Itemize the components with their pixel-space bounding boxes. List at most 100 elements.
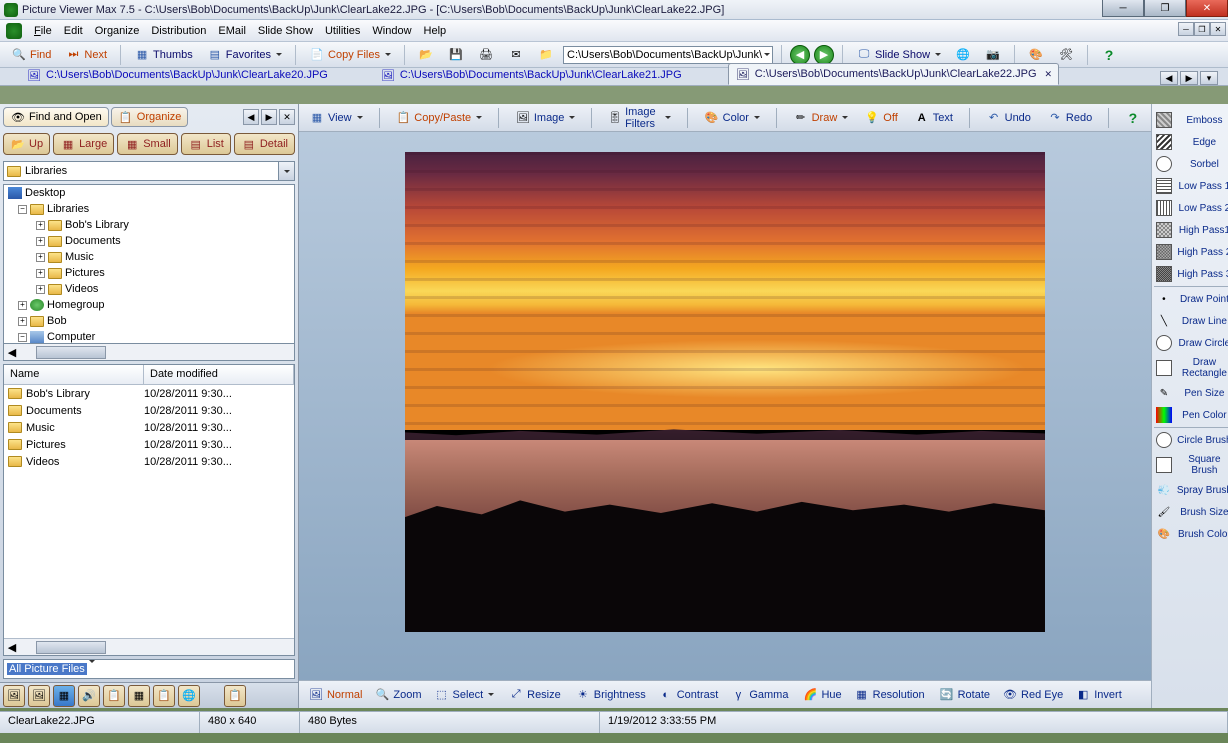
- menu-window[interactable]: Window: [372, 25, 411, 37]
- tool-button-3[interactable]: ▦: [53, 685, 75, 707]
- filters-button[interactable]: 🎚Image Filters: [602, 104, 677, 132]
- small-button[interactable]: ▦Small: [117, 133, 178, 155]
- rotate-button[interactable]: 🔄Rotate: [934, 685, 995, 705]
- expand-icon[interactable]: +: [18, 317, 27, 326]
- col-date[interactable]: Date modified: [144, 365, 294, 384]
- panel-prev-button[interactable]: ◀: [243, 109, 259, 125]
- edge-button[interactable]: Edge: [1154, 132, 1228, 152]
- view-button[interactable]: ▦View: [303, 108, 369, 128]
- list-item[interactable]: Documents10/28/2011 9:30...: [4, 402, 294, 419]
- contrast-button[interactable]: ◐Contrast: [653, 685, 724, 705]
- open-button[interactable]: 📂: [413, 44, 439, 66]
- text-button[interactable]: AText: [908, 108, 959, 128]
- highpass3-button[interactable]: High Pass 3: [1154, 264, 1228, 284]
- lowpass2-button[interactable]: Low Pass 2: [1154, 198, 1228, 218]
- menu-file[interactable]: File: [34, 25, 52, 37]
- filter-combo[interactable]: All Picture Files: [3, 659, 295, 679]
- tool-button-4[interactable]: 🔊: [78, 685, 100, 707]
- drawrect-button[interactable]: Draw Rectangle: [1154, 355, 1228, 381]
- tool-button-6[interactable]: ▦: [128, 685, 150, 707]
- tool-button-8[interactable]: 🌐: [178, 685, 200, 707]
- drawpoint-button[interactable]: •Draw Point: [1154, 289, 1228, 309]
- folder-tree[interactable]: Desktop −Libraries +Bob's Library +Docum…: [3, 184, 295, 344]
- list-item[interactable]: Bob's Library10/28/2011 9:30...: [4, 385, 294, 402]
- invert-button[interactable]: ◧Invert: [1070, 685, 1127, 705]
- large-button[interactable]: ▦Large: [53, 133, 114, 155]
- mdi-restore-button[interactable]: ❐: [1194, 22, 1210, 36]
- close-button[interactable]: ✕: [1186, 0, 1228, 17]
- image-button[interactable]: 🖼Image: [509, 108, 582, 128]
- nav-forward-button[interactable]: ▶: [814, 45, 834, 65]
- gamma-button[interactable]: γGamma: [725, 685, 793, 705]
- favorites-button[interactable]: ▤Favorites: [202, 44, 287, 66]
- help-button[interactable]: ?: [1119, 108, 1147, 128]
- menu-distribution[interactable]: Distribution: [151, 25, 206, 37]
- menu-edit[interactable]: Edit: [64, 25, 83, 37]
- tree-scrollbar[interactable]: ◀: [3, 344, 295, 361]
- color-button[interactable]: 🎨Color: [698, 108, 766, 128]
- highpass1-button[interactable]: High Pass1: [1154, 220, 1228, 240]
- up-button[interactable]: 📂Up: [3, 133, 50, 155]
- circlebrush-button[interactable]: Circle Brush: [1154, 430, 1228, 450]
- brightness-button[interactable]: ☀Brightness: [570, 685, 651, 705]
- copy-paste-button[interactable]: 📋Copy/Paste: [389, 108, 488, 128]
- panel-next-button[interactable]: ▶: [261, 109, 277, 125]
- menu-organize[interactable]: Organize: [95, 25, 140, 37]
- menu-slideshow[interactable]: Slide Show: [258, 25, 313, 37]
- pensize-button[interactable]: ✎Pen Size: [1154, 383, 1228, 403]
- file-list[interactable]: Name Date modified Bob's Library10/28/20…: [3, 364, 295, 656]
- expand-icon[interactable]: +: [36, 221, 45, 230]
- mdi-minimize-button[interactable]: ─: [1178, 22, 1194, 36]
- sorbel-button[interactable]: Sorbel: [1154, 154, 1228, 174]
- mdi-close-button[interactable]: ✕: [1210, 22, 1226, 36]
- pencolor-button[interactable]: Pen Color: [1154, 405, 1228, 425]
- list-item[interactable]: Videos10/28/2011 9:30...: [4, 453, 294, 470]
- redo-button[interactable]: ↷Redo: [1041, 108, 1098, 128]
- spraybrush-button[interactable]: 💨Spray Brush: [1154, 480, 1228, 500]
- list-button[interactable]: ▤List: [181, 133, 231, 155]
- drawline-button[interactable]: ╲Draw Line: [1154, 311, 1228, 331]
- resolution-button[interactable]: ▦Resolution: [849, 685, 930, 705]
- image-canvas[interactable]: [299, 132, 1151, 680]
- tool-button-1[interactable]: 🖼: [3, 685, 25, 707]
- expand-icon[interactable]: +: [36, 237, 45, 246]
- expand-icon[interactable]: +: [36, 285, 45, 294]
- brushsize-button[interactable]: 🖌Brush Size: [1154, 502, 1228, 522]
- organize-tab[interactable]: 📋Organize: [111, 107, 189, 127]
- tool-button-2[interactable]: 🖼: [28, 685, 50, 707]
- emboss-button[interactable]: Emboss: [1154, 110, 1228, 130]
- resize-button[interactable]: ⤢Resize: [503, 685, 566, 705]
- menu-utilities[interactable]: Utilities: [325, 25, 360, 37]
- expand-icon[interactable]: +: [36, 269, 45, 278]
- minimize-button[interactable]: ─: [1102, 0, 1144, 17]
- thumbs-button[interactable]: ▦Thumbs: [129, 44, 198, 66]
- save-button[interactable]: 💾: [443, 44, 469, 66]
- drive-combo[interactable]: Libraries: [3, 161, 295, 181]
- undo-button[interactable]: ↶Undo: [980, 108, 1037, 128]
- folder-button[interactable]: 📁: [533, 44, 559, 66]
- menu-email[interactable]: EMail: [218, 25, 246, 37]
- path-combo[interactable]: C:\Users\Bob\Documents\BackUp\Junk\: [563, 46, 773, 64]
- tab-prev-button[interactable]: ◀: [1160, 71, 1178, 85]
- tool-button-7[interactable]: 📋: [153, 685, 175, 707]
- list-item[interactable]: Music10/28/2011 9:30...: [4, 419, 294, 436]
- hue-button[interactable]: 🌈Hue: [797, 685, 846, 705]
- find-button[interactable]: 🔍Find: [6, 44, 56, 66]
- nav-back-button[interactable]: ◀: [790, 45, 810, 65]
- drawcircle-button[interactable]: Draw Circle: [1154, 333, 1228, 353]
- tool-button-5[interactable]: 📋: [103, 685, 125, 707]
- tool-button-9[interactable]: 📋: [224, 685, 246, 707]
- menu-help[interactable]: Help: [424, 25, 447, 37]
- mail-button[interactable]: ✉: [503, 44, 529, 66]
- panel-close-button[interactable]: ✕: [279, 109, 295, 125]
- doc-tab-3[interactable]: 🖼C:\Users\Bob\Documents\BackUp\Junk\Clea…: [728, 63, 1059, 85]
- list-scrollbar[interactable]: ◀: [4, 638, 294, 655]
- squarebrush-button[interactable]: Square Brush: [1154, 452, 1228, 478]
- off-button[interactable]: 💡Off: [858, 108, 903, 128]
- find-open-tab[interactable]: 👁Find and Open: [3, 107, 109, 127]
- redeye-button[interactable]: 👁Red Eye: [997, 685, 1068, 705]
- copy-files-button[interactable]: 📄Copy Files: [304, 44, 396, 66]
- expand-icon[interactable]: +: [18, 301, 27, 310]
- collapse-icon[interactable]: −: [18, 333, 27, 342]
- collapse-icon[interactable]: −: [18, 205, 27, 214]
